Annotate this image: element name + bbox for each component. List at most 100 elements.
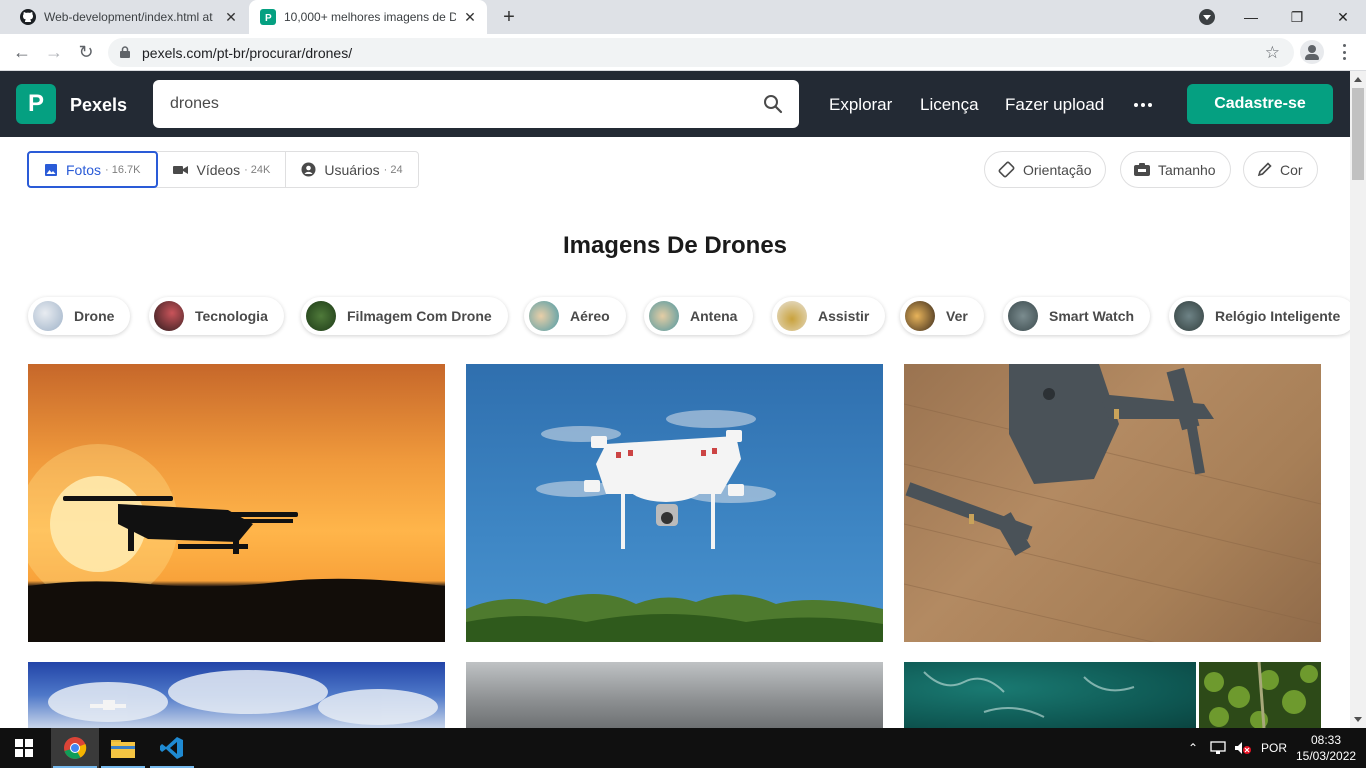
chip-label: Smart Watch bbox=[1049, 308, 1135, 324]
chip-filmagem-com-drone[interactable]: Filmagem Com Drone bbox=[301, 297, 508, 335]
chip-label: Relógio Inteligente bbox=[1215, 308, 1341, 324]
chip-ver[interactable]: Ver bbox=[900, 297, 984, 335]
language-indicator[interactable]: POR bbox=[1261, 728, 1287, 768]
scrollbar-thumb[interactable] bbox=[1352, 88, 1364, 180]
svg-text:P: P bbox=[265, 13, 272, 24]
photo-drone-sunset[interactable] bbox=[28, 364, 445, 642]
clock-date: 15/03/2022 bbox=[1296, 749, 1357, 763]
clock-time: 08:33 bbox=[1310, 733, 1342, 747]
taskbar-vscode[interactable] bbox=[148, 728, 196, 768]
photo-drone-cloudy-sky[interactable] bbox=[28, 662, 445, 728]
page-scrollbar[interactable] bbox=[1350, 71, 1366, 728]
page-title: Imagens De Drones bbox=[562, 232, 788, 259]
network-icon[interactable] bbox=[1209, 728, 1227, 768]
size-label: Tamanho bbox=[1158, 161, 1216, 178]
photo-drone-wooden-floor[interactable] bbox=[904, 364, 1321, 642]
site-header: P Pexels Explorar Licença Fazer upload C… bbox=[0, 71, 1350, 137]
tab-videos[interactable]: Vídeos · 24K bbox=[158, 152, 287, 187]
chip-drone[interactable]: Drone bbox=[28, 297, 131, 335]
restore-icon[interactable]: ❐ bbox=[1274, 0, 1320, 34]
chip-thumbnail bbox=[1174, 301, 1204, 331]
photo-drone-sunset-art bbox=[28, 444, 445, 642]
chip-assistir[interactable]: Assistir bbox=[772, 297, 886, 335]
chip-thumbnail bbox=[905, 301, 935, 331]
nav-licenca[interactable]: Licença bbox=[920, 95, 979, 115]
chrome-menu-icon[interactable] bbox=[1338, 42, 1350, 62]
browser-tab-pexels[interactable]: P 10,000+ melhores imagens de Dr ✕ bbox=[249, 0, 487, 34]
chip-tecnologia[interactable]: Tecnologia bbox=[149, 297, 284, 335]
photo-overcast-sky[interactable] bbox=[466, 662, 883, 728]
tab-title: 10,000+ melhores imagens de Dr bbox=[284, 10, 456, 24]
chrome-icon bbox=[64, 737, 87, 759]
system-clock[interactable]: 08:33 15/03/2022 bbox=[1296, 732, 1356, 764]
volume-muted-icon[interactable] bbox=[1234, 728, 1252, 768]
chip-aereo[interactable]: Aéreo bbox=[524, 297, 626, 335]
close-tab-icon[interactable]: ✕ bbox=[224, 10, 238, 24]
more-menu-icon[interactable] bbox=[1134, 103, 1152, 107]
brand-name[interactable]: Pexels bbox=[70, 95, 127, 116]
chip-label: Ver bbox=[946, 308, 968, 324]
user-icon bbox=[301, 162, 316, 177]
orientation-filter-button[interactable]: Orientação bbox=[984, 151, 1107, 188]
photo-aerial-ocean[interactable] bbox=[904, 662, 1196, 728]
photo-white-drone-sky[interactable] bbox=[466, 364, 883, 642]
chip-thumbnail bbox=[529, 301, 559, 331]
tab-fotos-count: · 16.7K bbox=[105, 163, 141, 176]
chip-label: Tecnologia bbox=[195, 308, 268, 324]
profile-avatar-icon[interactable] bbox=[1300, 40, 1324, 64]
tab-search-icon[interactable] bbox=[1199, 9, 1215, 25]
tab-usuarios-count: · 24 bbox=[383, 163, 403, 176]
taskbar-file-explorer[interactable] bbox=[99, 728, 147, 768]
chip-thumbnail bbox=[649, 301, 679, 331]
photo-cloudy-sky-art bbox=[48, 670, 438, 725]
chip-thumbnail bbox=[33, 301, 63, 331]
browser-tab-github[interactable]: Web-development/index.html at ✕ bbox=[0, 0, 248, 34]
back-icon[interactable]: ← bbox=[10, 40, 34, 64]
chip-thumbnail bbox=[1008, 301, 1038, 331]
chip-smart-watch[interactable]: Smart Watch bbox=[1003, 297, 1151, 335]
chip-relogio-inteligente[interactable]: Relógio Inteligente bbox=[1169, 297, 1357, 335]
video-icon bbox=[173, 165, 189, 174]
scroll-up-icon[interactable] bbox=[1354, 77, 1362, 82]
browser-tab-strip: Web-development/index.html at ✕ P 10,000… bbox=[0, 0, 1366, 34]
new-tab-icon[interactable]: + bbox=[499, 7, 519, 27]
tab-fotos[interactable]: Fotos · 16.7K bbox=[27, 151, 159, 188]
bookmark-star-icon[interactable]: ☆ bbox=[1265, 43, 1280, 63]
taskbar-chrome[interactable] bbox=[51, 728, 99, 768]
tab-title: Web-development/index.html at bbox=[44, 10, 213, 24]
search-icon[interactable] bbox=[763, 94, 783, 114]
lock-icon bbox=[120, 46, 130, 58]
reload-icon[interactable]: ↻ bbox=[74, 40, 98, 64]
tray-overflow-icon[interactable]: ⌃ bbox=[1188, 728, 1198, 768]
browser-toolbar: ← → ↻ pexels.com/pt-br/procurar/drones/ … bbox=[0, 34, 1366, 71]
start-button[interactable] bbox=[0, 728, 48, 768]
tab-videos-count: · 24K bbox=[244, 163, 271, 176]
tab-videos-label: Vídeos bbox=[196, 161, 241, 178]
orientation-label: Orientação bbox=[1023, 161, 1092, 178]
nav-fazer-upload[interactable]: Fazer upload bbox=[1005, 95, 1104, 115]
address-bar[interactable]: pexels.com/pt-br/procurar/drones/ ☆ bbox=[108, 38, 1294, 67]
size-filter-button[interactable]: Tamanho bbox=[1120, 151, 1231, 188]
search-input[interactable] bbox=[170, 92, 730, 116]
signup-button[interactable]: Cadastre-se bbox=[1187, 84, 1333, 124]
pexels-logo[interactable]: P bbox=[16, 84, 56, 124]
tab-usuarios-label: Usuários bbox=[324, 161, 380, 178]
github-icon bbox=[20, 9, 36, 25]
nav-explorar[interactable]: Explorar bbox=[829, 95, 892, 115]
photo-aerial-forest[interactable] bbox=[1199, 662, 1321, 728]
scroll-down-icon[interactable] bbox=[1354, 717, 1362, 722]
tab-usuarios[interactable]: Usuários · 24 bbox=[286, 152, 417, 187]
minimize-icon[interactable]: — bbox=[1228, 0, 1274, 34]
windows-taskbar: ⌃ POR 08:33 15/03/2022 bbox=[0, 728, 1366, 768]
photo-drone-floor-art bbox=[904, 364, 1321, 642]
search-box bbox=[153, 80, 799, 128]
pexels-favicon-icon: P bbox=[260, 9, 276, 25]
forward-icon[interactable]: → bbox=[42, 40, 66, 64]
url-text: pexels.com/pt-br/procurar/drones/ bbox=[142, 45, 353, 61]
color-label: Cor bbox=[1280, 161, 1303, 178]
color-filter-button[interactable]: Cor bbox=[1243, 151, 1318, 188]
chip-antena[interactable]: Antena bbox=[644, 297, 754, 335]
close-window-icon[interactable]: ✕ bbox=[1320, 0, 1366, 34]
photo-forest-art bbox=[1204, 662, 1318, 728]
close-tab-icon[interactable]: ✕ bbox=[463, 10, 477, 24]
